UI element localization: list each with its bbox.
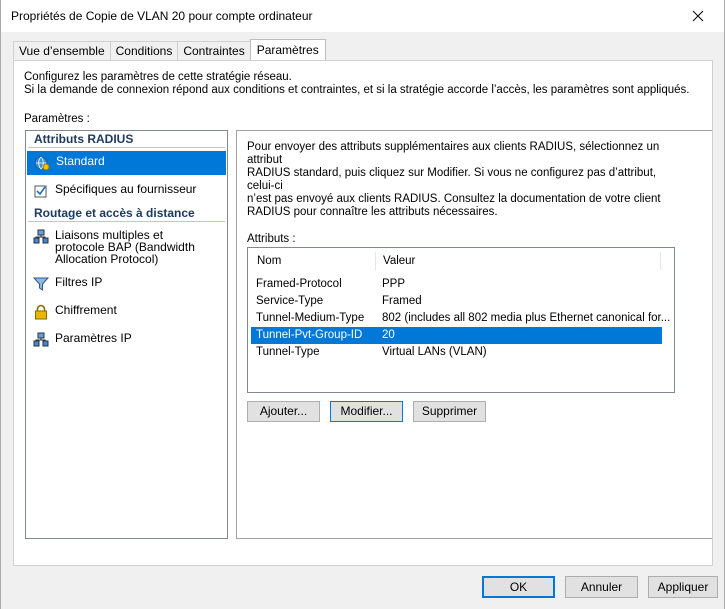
apply-button[interactable]: Appliquer xyxy=(648,576,718,598)
table-row[interactable]: Tunnel-Type Virtual LANs (VLAN) xyxy=(251,344,662,361)
description-line: Pour envoyer des attributs supplémentair… xyxy=(247,141,660,166)
column-header-name[interactable]: Nom xyxy=(257,248,281,274)
intro-text: Configurez les paramètres de cette strat… xyxy=(24,71,689,97)
settings-panel: Configurez les paramètres de cette strat… xyxy=(13,60,713,566)
filter-icon xyxy=(32,276,50,292)
list-item-encryption[interactable]: Chiffrement xyxy=(26,300,227,324)
list-item-ip-settings[interactable]: Paramètres IP xyxy=(26,328,227,352)
description-line: n’est pas envoyé aux clients RADIUS. Con… xyxy=(247,193,661,205)
ok-button[interactable]: OK xyxy=(482,576,555,598)
list-item-label: Spécifiques au fournisseur xyxy=(55,182,197,196)
attribute-value: Framed xyxy=(382,295,422,307)
window-title: Propriétés de Copie de VLAN 20 pour comp… xyxy=(11,9,313,23)
column-separator[interactable] xyxy=(660,252,661,270)
list-item-multilink[interactable]: Liaisons multiples et protocole BAP (Ban… xyxy=(26,225,227,269)
description-line: RADIUS pour connaître les attributs néce… xyxy=(247,206,498,218)
description-text: Pour envoyer des attributs supplémentair… xyxy=(247,141,677,219)
list-item-vendor-specific[interactable]: Spécifiques au fournisseur xyxy=(26,179,227,203)
tab-overview[interactable]: Vue d’ensemble xyxy=(13,41,111,60)
list-item-label: Standard xyxy=(56,154,105,168)
tab-strip: Vue d’ensemble Conditions Contraintes Pa… xyxy=(13,39,326,60)
list-item-ip-filters[interactable]: Filtres IP xyxy=(26,272,227,296)
table-row-selected[interactable]: Tunnel-Pvt-Group-ID 20 xyxy=(251,327,662,344)
attribute-value: 20 xyxy=(382,329,395,341)
attribute-value: PPP xyxy=(382,278,406,290)
list-item-label: Chiffrement xyxy=(55,303,117,317)
table-row[interactable]: Service-Type Framed xyxy=(251,293,662,310)
list-item-standard[interactable]: Standard xyxy=(27,151,226,175)
attribute-value: 802 (includes all 802 media plus Etherne… xyxy=(382,312,671,324)
tab-settings[interactable]: Paramètres xyxy=(249,39,326,60)
lock-icon xyxy=(33,304,49,320)
attribute-name: Service-Type xyxy=(256,295,324,307)
globe-settings-icon xyxy=(34,155,50,171)
attribute-name: Tunnel-Medium-Type xyxy=(256,312,365,324)
close-icon xyxy=(692,10,704,22)
intro-line-2: Si la demande de connexion répond aux co… xyxy=(24,84,690,96)
attributes-table[interactable]: Nom Valeur Framed-Protocol PPP Service-T… xyxy=(247,247,675,393)
params-label: Paramètres : xyxy=(24,113,90,125)
network-icon xyxy=(33,229,49,245)
description-line: RADIUS standard, puis cliquez sur Modifi… xyxy=(247,167,657,192)
tab-constraints[interactable]: Contraintes xyxy=(177,41,251,60)
cancel-button[interactable]: Annuler xyxy=(565,576,638,598)
checkbox-doc-icon xyxy=(33,183,49,199)
attribute-name: Tunnel-Type xyxy=(256,346,320,358)
standard-attributes-pane: Pour envoyer des attributs supplémentair… xyxy=(236,130,712,539)
close-button[interactable] xyxy=(678,3,718,29)
edit-button[interactable]: Modifier... xyxy=(330,401,403,422)
settings-category-list: Attributs RADIUS Standard Spécifiques au… xyxy=(25,130,228,539)
network-icon xyxy=(33,332,49,348)
table-row[interactable]: Tunnel-Medium-Type 802 (includes all 802… xyxy=(251,310,670,327)
delete-button[interactable]: Supprimer xyxy=(413,401,486,422)
attribute-name: Framed-Protocol xyxy=(256,278,342,290)
list-item-label: Liaisons multiples et protocole BAP (Ban… xyxy=(55,228,195,266)
group-header-radius: Attributs RADIUS xyxy=(28,131,225,148)
title-bar: Propriétés de Copie de VLAN 20 pour comp… xyxy=(1,0,724,32)
column-header-value[interactable]: Valeur xyxy=(383,248,415,274)
attribute-value: Virtual LANs (VLAN) xyxy=(382,346,487,358)
column-separator[interactable] xyxy=(375,252,376,270)
properties-dialog: Propriétés de Copie de VLAN 20 pour comp… xyxy=(0,0,725,609)
add-button[interactable]: Ajouter... xyxy=(247,401,320,422)
list-item-label: Paramètres IP xyxy=(55,331,132,345)
attributes-label: Attributs : xyxy=(247,233,296,245)
intro-line-1: Configurez les paramètres de cette strat… xyxy=(24,71,292,83)
tab-conditions[interactable]: Conditions xyxy=(109,41,179,60)
table-row[interactable]: Framed-Protocol PPP xyxy=(251,276,662,293)
group-header-routing: Routage et accès à distance xyxy=(28,205,225,222)
list-item-label: Filtres IP xyxy=(55,275,103,289)
attribute-name: Tunnel-Pvt-Group-ID xyxy=(256,329,363,341)
